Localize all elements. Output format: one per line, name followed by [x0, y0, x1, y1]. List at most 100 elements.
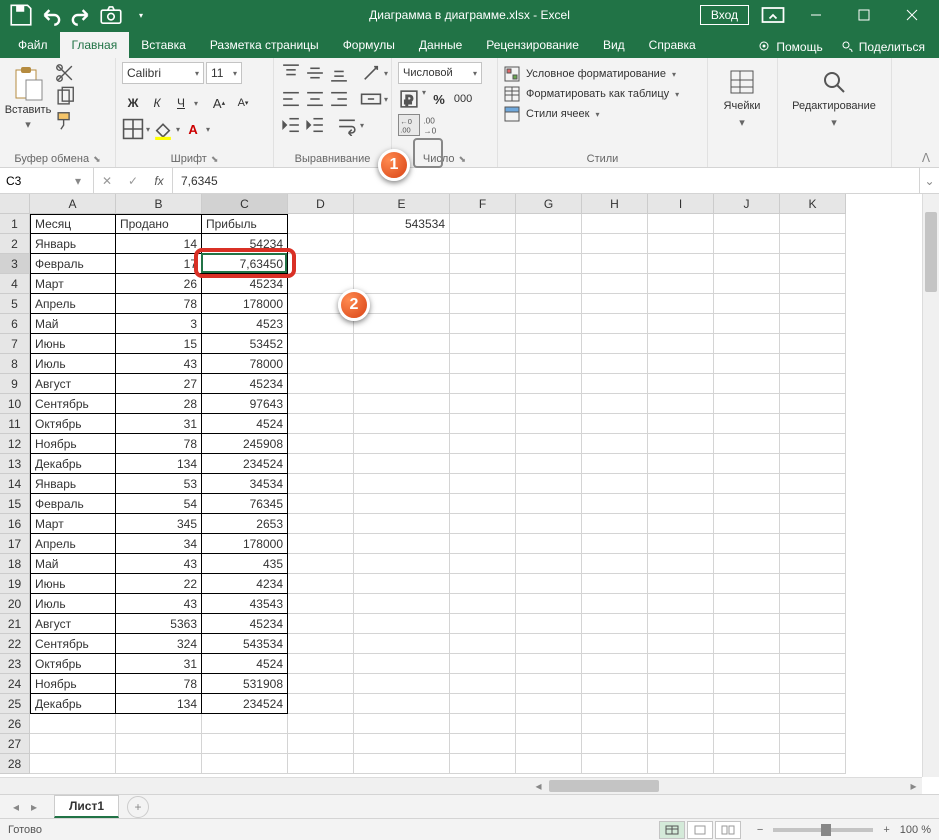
align-bottom-icon[interactable] [328, 62, 350, 84]
row-header[interactable]: 17 [0, 534, 30, 554]
cell[interactable]: Май [30, 314, 116, 334]
cell[interactable]: Октябрь [30, 654, 116, 674]
cell[interactable] [288, 694, 354, 714]
cell[interactable] [582, 474, 648, 494]
decrease-font-icon[interactable]: A▾ [232, 92, 254, 114]
cell[interactable]: 14 [116, 234, 202, 254]
cell[interactable] [516, 494, 582, 514]
cell[interactable] [288, 214, 354, 234]
add-sheet-button[interactable]: + [127, 796, 149, 818]
cell[interactable] [582, 594, 648, 614]
percent-format-icon[interactable]: % [428, 88, 450, 110]
cell[interactable]: 345 [116, 514, 202, 534]
cell[interactable] [780, 214, 846, 234]
align-middle-icon[interactable] [304, 62, 326, 84]
cell[interactable] [288, 554, 354, 574]
row-header[interactable]: 12 [0, 434, 30, 454]
cell[interactable] [516, 514, 582, 534]
column-header[interactable]: B [116, 194, 202, 214]
cell[interactable] [714, 694, 780, 714]
row-header[interactable]: 23 [0, 654, 30, 674]
cell[interactable]: 22 [116, 574, 202, 594]
cell[interactable] [780, 274, 846, 294]
cell[interactable] [450, 634, 516, 654]
cell[interactable] [780, 294, 846, 314]
cell[interactable] [450, 454, 516, 474]
cell[interactable]: 78 [116, 434, 202, 454]
cell[interactable] [288, 734, 354, 754]
cell[interactable]: 76345 [202, 494, 288, 514]
cell[interactable] [354, 434, 450, 454]
cell[interactable]: 26 [116, 274, 202, 294]
cell[interactable]: 31 [116, 654, 202, 674]
cell[interactable] [780, 234, 846, 254]
cell[interactable] [714, 374, 780, 394]
cell[interactable] [648, 254, 714, 274]
cell[interactable] [354, 454, 450, 474]
cell[interactable] [288, 494, 354, 514]
cell[interactable] [450, 274, 516, 294]
insert-function-icon[interactable]: fх [146, 174, 172, 188]
cell[interactable] [354, 614, 450, 634]
cell[interactable] [648, 534, 714, 554]
cell[interactable] [582, 554, 648, 574]
cell[interactable] [288, 674, 354, 694]
cell[interactable] [582, 414, 648, 434]
cell[interactable] [714, 414, 780, 434]
cell[interactable] [450, 714, 516, 734]
share-button[interactable]: Поделиться [835, 36, 931, 58]
cell[interactable]: 5363 [116, 614, 202, 634]
cell[interactable] [450, 294, 516, 314]
vertical-scrollbar[interactable] [922, 194, 939, 777]
cell[interactable] [450, 554, 516, 574]
comma-format-icon[interactable]: 000 [452, 88, 474, 110]
cell[interactable]: Декабрь [30, 694, 116, 714]
italic-button[interactable]: К [146, 92, 168, 114]
cell[interactable] [714, 294, 780, 314]
cell[interactable] [648, 294, 714, 314]
column-header[interactable]: G [516, 194, 582, 214]
cell[interactable]: 134 [116, 694, 202, 714]
format-as-table-button[interactable]: Форматировать как таблицу▾ [504, 86, 679, 102]
cell[interactable]: Март [30, 274, 116, 294]
decrease-decimal-icon[interactable]: .00→0 [422, 114, 444, 136]
cell[interactable] [582, 574, 648, 594]
cell[interactable] [780, 334, 846, 354]
cell[interactable] [354, 294, 450, 314]
cell[interactable] [354, 474, 450, 494]
cell[interactable] [714, 334, 780, 354]
column-header[interactable]: C [202, 194, 288, 214]
cell[interactable] [288, 574, 354, 594]
cell[interactable] [582, 534, 648, 554]
column-header[interactable]: D [288, 194, 354, 214]
tab-file[interactable]: Файл [6, 32, 60, 58]
cell[interactable] [288, 634, 354, 654]
cell[interactable] [354, 754, 450, 774]
cell[interactable] [780, 634, 846, 654]
align-left-icon[interactable] [280, 88, 302, 110]
column-header[interactable]: J [714, 194, 780, 214]
sign-in-button[interactable]: Вход [700, 5, 749, 25]
cell[interactable] [516, 614, 582, 634]
cell[interactable] [30, 714, 116, 734]
cell[interactable] [714, 574, 780, 594]
cell[interactable] [288, 234, 354, 254]
cell[interactable]: 234524 [202, 454, 288, 474]
cell[interactable] [714, 614, 780, 634]
cell[interactable] [516, 454, 582, 474]
cell[interactable] [288, 714, 354, 734]
cell[interactable] [648, 674, 714, 694]
cell[interactable] [354, 334, 450, 354]
cell[interactable] [516, 594, 582, 614]
cell[interactable]: 78000 [202, 354, 288, 374]
decrease-indent-icon[interactable] [280, 114, 302, 136]
cell[interactable] [450, 434, 516, 454]
cell[interactable]: 134 [116, 454, 202, 474]
row-header[interactable]: 22 [0, 634, 30, 654]
cell[interactable] [780, 694, 846, 714]
cell[interactable] [288, 654, 354, 674]
cell[interactable] [288, 334, 354, 354]
cell[interactable] [516, 754, 582, 774]
sheet-nav-next-icon[interactable]: ▸ [26, 800, 42, 814]
close-button[interactable] [889, 0, 935, 30]
